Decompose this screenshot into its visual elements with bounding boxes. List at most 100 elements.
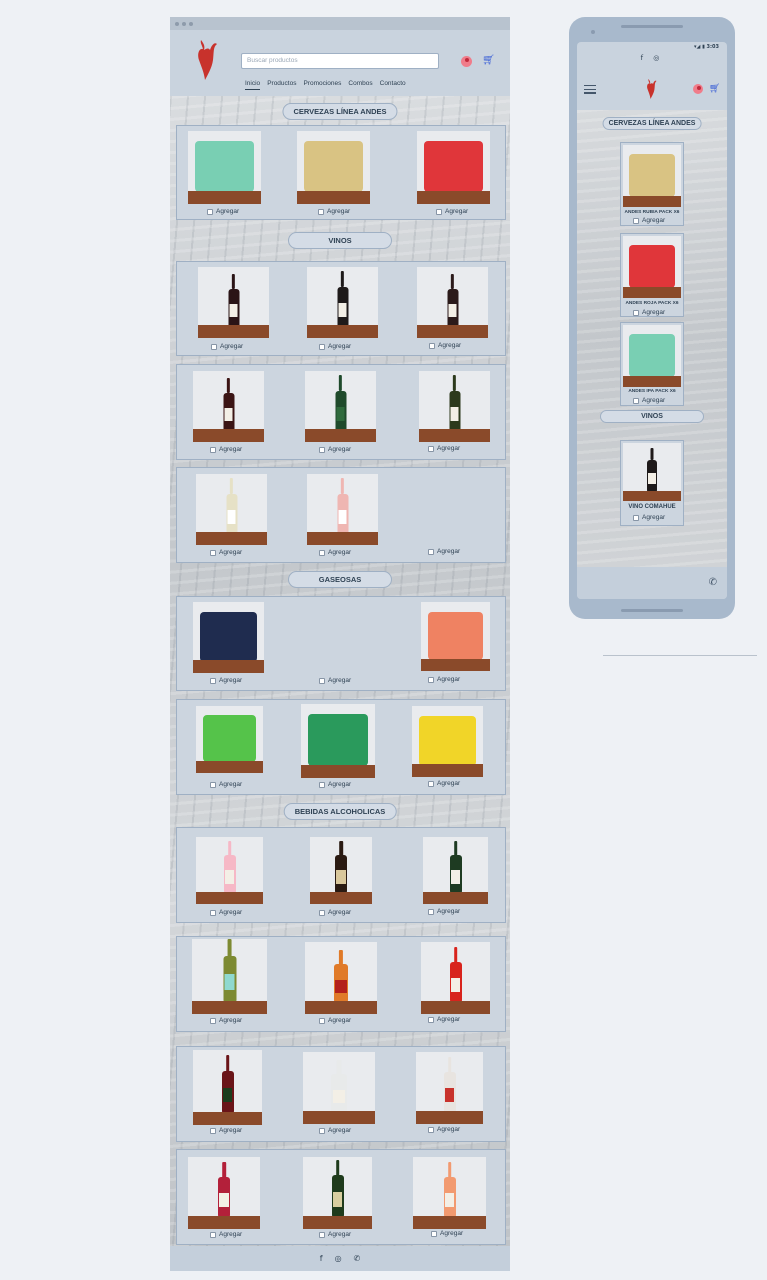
product-card[interactable]: [196, 837, 263, 904]
menu-icon[interactable]: [584, 85, 596, 96]
product-image: [305, 942, 377, 1014]
user-icon[interactable]: [693, 84, 703, 94]
add-checkbox[interactable]: Agregar: [633, 309, 665, 316]
product-card[interactable]: [192, 939, 267, 1014]
product-card[interactable]: [417, 131, 490, 204]
product-row: Agregar Agregar Agregar: [176, 699, 506, 795]
add-checkbox[interactable]: Agregar: [210, 1231, 242, 1238]
instagram-icon[interactable]: ◎: [335, 1254, 342, 1263]
section-cervezas: CERVEZAS LÍNEA ANDES: [602, 117, 702, 130]
product-image: [196, 474, 267, 545]
add-checkbox[interactable]: Agregar: [210, 446, 242, 453]
chili-logo-icon[interactable]: [195, 38, 221, 82]
add-checkbox[interactable]: Agregar: [210, 1127, 242, 1134]
add-checkbox[interactable]: Agregar: [436, 208, 468, 215]
add-checkbox[interactable]: Agregar: [319, 677, 351, 684]
product-card[interactable]: [193, 1050, 262, 1125]
product-card[interactable]: [305, 942, 377, 1014]
nav-promociones[interactable]: Promociones: [303, 80, 341, 90]
product-row: Agregar Agregar Agregar: [176, 364, 506, 460]
add-checkbox[interactable]: Agregar: [428, 780, 460, 787]
nav-inicio[interactable]: Inicio: [245, 80, 261, 90]
add-checkbox[interactable]: Agregar: [319, 343, 351, 350]
product-card[interactable]: [193, 602, 264, 673]
product-row: Agregar Agregar Agregar: [176, 936, 506, 1032]
whatsapp-icon[interactable]: ✆: [709, 577, 717, 588]
add-checkbox[interactable]: Agregar: [428, 1016, 460, 1023]
add-checkbox[interactable]: Agregar: [207, 208, 239, 215]
add-checkbox[interactable]: Agregar: [210, 909, 242, 916]
product-card[interactable]: [188, 131, 261, 204]
product-card[interactable]: [193, 371, 264, 442]
add-checkbox[interactable]: Agregar: [319, 1231, 351, 1238]
product-card[interactable]: ANDES IPA PACK X6 Agregar: [620, 322, 684, 406]
cart-icon[interactable]: 🛒︎: [709, 84, 720, 94]
product-card[interactable]: [307, 267, 378, 338]
product-card[interactable]: [198, 267, 269, 338]
product-image: [307, 474, 378, 545]
product-card[interactable]: [310, 837, 372, 904]
product-card[interactable]: [196, 474, 267, 545]
product-card[interactable]: [196, 706, 263, 773]
section-vinos: VINOS: [600, 410, 704, 423]
product-card[interactable]: [416, 1052, 483, 1124]
product-image: [412, 706, 483, 777]
product-image: [416, 1052, 483, 1124]
chili-logo-icon[interactable]: [645, 78, 659, 100]
add-checkbox[interactable]: Agregar: [428, 1126, 460, 1133]
browser-chrome: [170, 17, 510, 30]
whatsapp-icon[interactable]: ✆: [354, 1254, 361, 1263]
product-card[interactable]: [417, 267, 488, 338]
product-card[interactable]: ANDES ROJA PACK X6 Agregar: [620, 233, 684, 317]
social-icons[interactable]: f ◎: [577, 54, 727, 62]
add-checkbox[interactable]: Agregar: [319, 1127, 351, 1134]
product-card[interactable]: ANDES RUBIA PACK X6 Agregar: [620, 142, 684, 226]
add-checkbox[interactable]: Agregar: [210, 781, 242, 788]
product-card[interactable]: [413, 1157, 486, 1229]
add-checkbox[interactable]: Agregar: [319, 1017, 351, 1024]
add-checkbox[interactable]: Agregar: [428, 908, 460, 915]
product-card[interactable]: [307, 474, 378, 545]
product-card[interactable]: [305, 371, 376, 442]
product-card[interactable]: [301, 704, 375, 778]
nav-combos[interactable]: Combos: [348, 80, 372, 90]
search-input[interactable]: Buscar productos: [241, 53, 439, 69]
nav-productos[interactable]: Productos: [267, 80, 296, 90]
product-card[interactable]: [421, 942, 490, 1014]
product-row: Agregar Agregar Agregar: [176, 827, 506, 923]
add-checkbox[interactable]: Agregar: [428, 445, 460, 452]
add-checkbox[interactable]: Agregar: [319, 781, 351, 788]
add-checkbox[interactable]: Agregar: [210, 677, 242, 684]
product-card[interactable]: [297, 131, 370, 204]
product-card[interactable]: VINO COMAHUE Agregar: [620, 440, 684, 526]
user-icon[interactable]: [461, 56, 472, 67]
add-checkbox[interactable]: Agregar: [428, 676, 460, 683]
add-checkbox[interactable]: Agregar: [633, 217, 665, 224]
product-card[interactable]: [412, 706, 483, 777]
add-checkbox[interactable]: Agregar: [428, 548, 460, 555]
product-card[interactable]: [303, 1052, 375, 1124]
cart-icon[interactable]: 🛒︎: [482, 56, 495, 66]
facebook-icon[interactable]: f: [320, 1254, 323, 1263]
add-checkbox[interactable]: Agregar: [211, 343, 243, 350]
add-checkbox[interactable]: Agregar: [210, 549, 242, 556]
product-card[interactable]: [419, 371, 490, 442]
product-card[interactable]: [303, 1157, 372, 1229]
add-checkbox[interactable]: Agregar: [319, 909, 351, 916]
add-checkbox[interactable]: Agregar: [210, 1017, 242, 1024]
add-checkbox[interactable]: Agregar: [319, 446, 351, 453]
product-card[interactable]: [421, 602, 490, 671]
add-checkbox[interactable]: Agregar: [633, 397, 665, 404]
add-checkbox[interactable]: Agregar: [429, 342, 461, 349]
add-checkbox[interactable]: Agregar: [431, 1230, 463, 1237]
product-image: [198, 267, 269, 338]
phone-speaker: [621, 25, 683, 28]
product-image: [305, 371, 376, 442]
product-card[interactable]: [188, 1157, 260, 1229]
add-checkbox[interactable]: Agregar: [319, 549, 351, 556]
product-card[interactable]: [423, 837, 488, 904]
phone-catalog: CERVEZAS LÍNEA ANDES ANDES RUBIA PACK X6…: [577, 110, 727, 567]
add-checkbox[interactable]: Agregar: [318, 208, 350, 215]
add-checkbox[interactable]: Agregar: [633, 514, 665, 521]
nav-contacto[interactable]: Contacto: [380, 80, 406, 90]
